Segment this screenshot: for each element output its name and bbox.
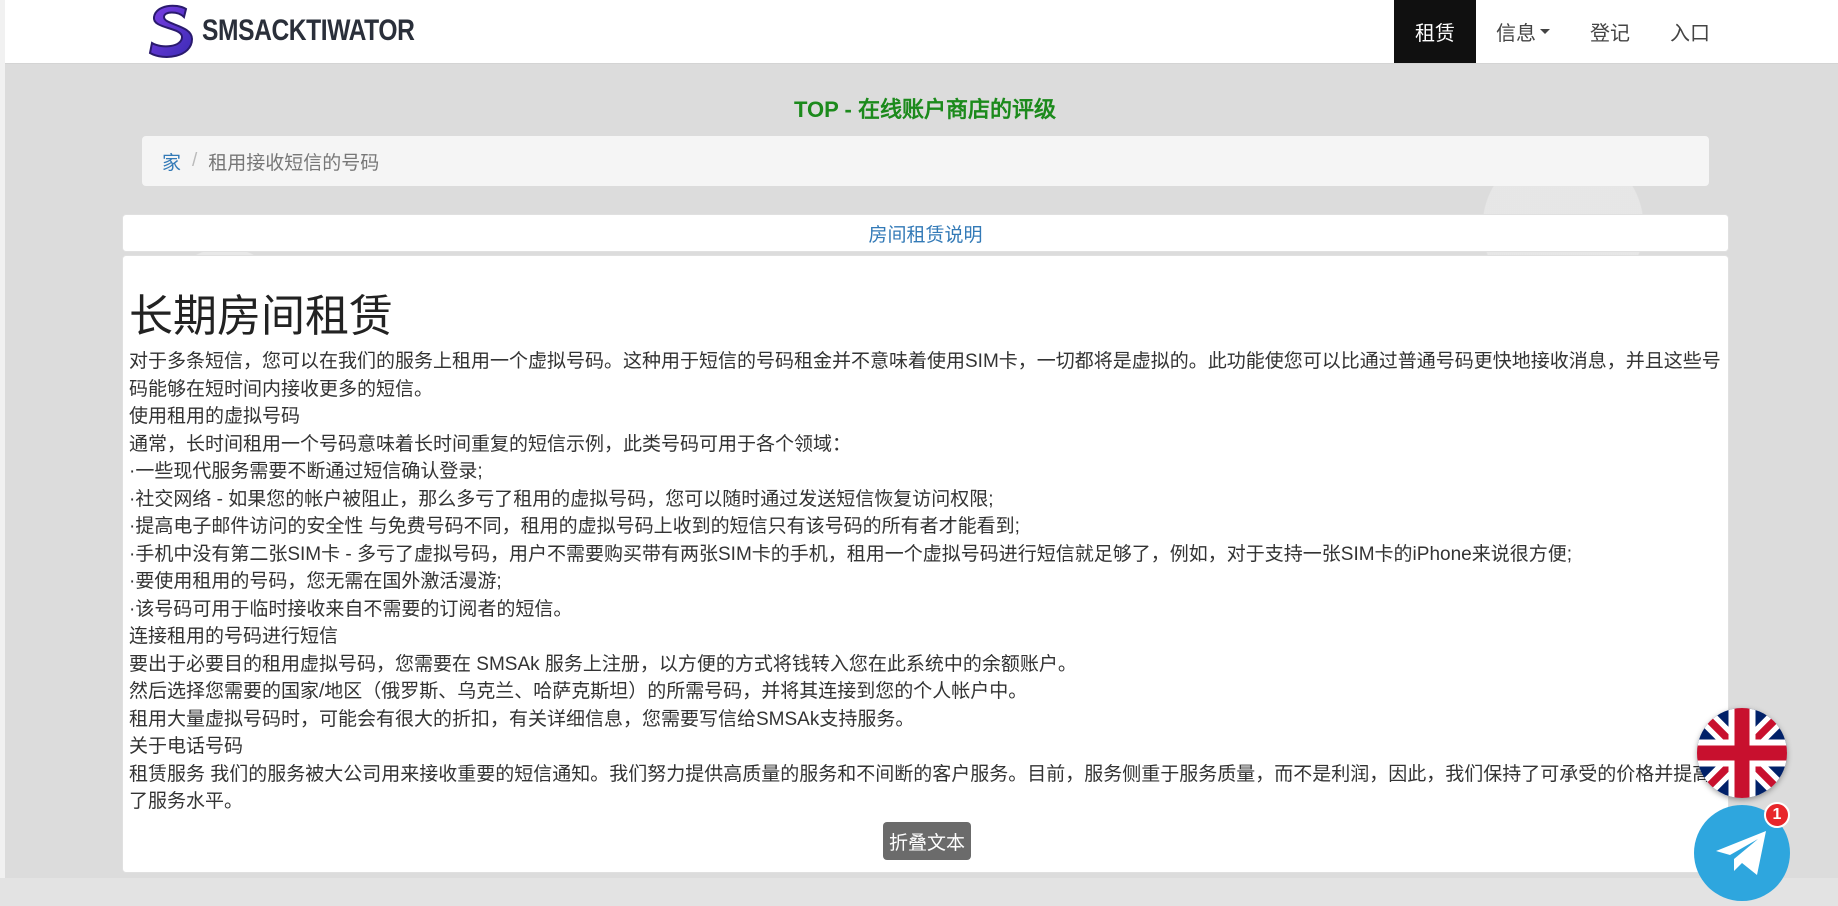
top-rating-link[interactable]: TOP - 在线账户商店的评级: [0, 92, 1838, 124]
article-body: 对于多条短信，您可以在我们的服务上租用一个虚拟号码。这种用于短信的号码租金并不意…: [129, 348, 1726, 816]
nav-register[interactable]: 登记: [1570, 0, 1650, 63]
article-paragraph: 租赁服务 我们的服务被大公司用来接收重要的短信通知。我们努力提供高质量的服务和不…: [129, 763, 1712, 813]
article-paragraph: 然后选择您需要的国家/地区（俄罗斯、乌克兰、哈萨克斯坦）的所需号码，并将其连接到…: [129, 681, 1028, 702]
article-list-item: ·社交网络 - 如果您的帐户被阻止，那么多亏了租用的虚拟号码，您可以随时通过发送…: [129, 488, 994, 510]
logo-text: SMSACKTIWATOR: [202, 14, 415, 47]
article-subheading: 使用租用的虚拟号码: [129, 406, 301, 427]
article-paragraph: 要出于必要目的租用虚拟号码，您需要在 SMSAk 服务上注册，以方便的方式将钱转…: [129, 653, 1077, 675]
collapse-text-label: 折叠文本: [889, 832, 966, 854]
article-list-item: ·提高电子邮件访问的安全性 与免费号码不同，租用的虚拟号码上收到的短信只有该号码…: [129, 516, 1020, 537]
navbar: SMSACKTIWATOR 租赁 信息 登记 入口: [5, 0, 1838, 64]
article-card: 长期房间租赁 对于多条短信，您可以在我们的服务上租用一个虚拟号码。这种用于短信的…: [122, 255, 1729, 873]
article-title: 长期房间租赁: [129, 292, 393, 341]
breadcrumb-current: 租用接收短信的号码: [208, 152, 380, 174]
article-list-item: ·手机中没有第二张SIM卡 - 多亏了虚拟号码，用户不需要购买带有两张SIM卡的…: [129, 543, 1572, 565]
nav-rent[interactable]: 租赁: [1394, 0, 1476, 63]
uk-flag-icon: [1697, 708, 1787, 798]
notification-badge: 1: [1764, 802, 1790, 828]
rental-instructions-tab[interactable]: 房间租赁说明: [122, 214, 1729, 252]
nav-login[interactable]: 入口: [1650, 0, 1730, 63]
article-list-item: ·一些现代服务需要不断通过短信确认登录;: [129, 461, 483, 482]
logo-s-icon: [148, 4, 194, 58]
article-subheading: 关于电话号码: [129, 736, 244, 757]
breadcrumb: 家 / 租用接收短信的号码: [142, 136, 1709, 186]
collapse-text-button[interactable]: 折叠文本: [883, 822, 972, 860]
article-paragraph: 通常，长时间租用一个号码意味着长时间重复的短信示例，此类号码可用于各个领域：: [129, 433, 852, 455]
nav-menu: 租赁 信息 登记 入口: [1394, 0, 1838, 63]
article-paragraph: 对于多条短信，您可以在我们的服务上租用一个虚拟号码。这种用于短信的号码租金并不意…: [129, 351, 1721, 400]
caret-down-icon: [1540, 29, 1550, 34]
breadcrumb-home-link[interactable]: 家: [162, 148, 181, 175]
breadcrumb-separator: /: [192, 150, 198, 171]
article-paragraph: 租用大量虚拟号码时，可能会有很大的折扣，有关详细信息，您需要写信给SMSAk支持…: [129, 708, 915, 730]
language-switch-button[interactable]: [1697, 708, 1787, 798]
nav-info-dropdown[interactable]: 信息: [1476, 0, 1570, 63]
rental-instructions-label: 房间租赁说明: [868, 224, 983, 246]
article-subheading: 连接租用的号码进行短信: [129, 626, 339, 647]
site-logo[interactable]: SMSACKTIWATOR: [146, 2, 461, 60]
article-list-item: ·要使用租用的号码，您无需在国外激活漫游;: [129, 571, 502, 592]
article-list-item: ·该号码可用于临时接收来自不需要的订阅者的短信。: [129, 598, 573, 620]
